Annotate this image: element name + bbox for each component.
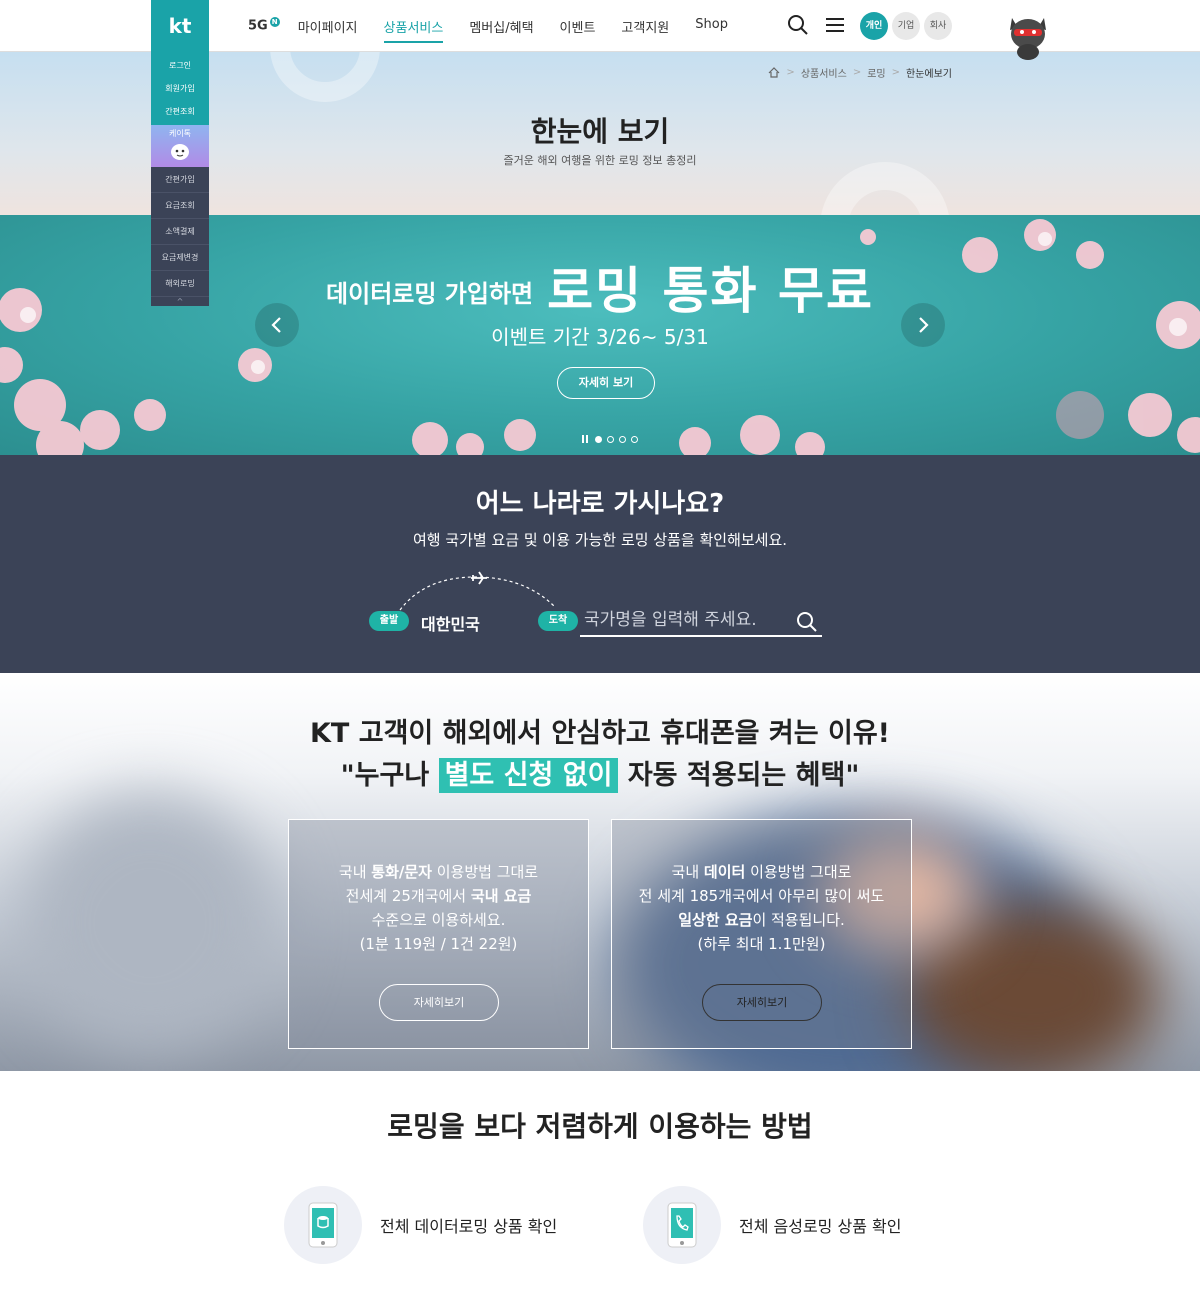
data-roaming-products-label: 전체 데이터로밍 상품 확인: [380, 1217, 558, 1236]
breadcrumb-products[interactable]: 상품서비스: [801, 65, 847, 80]
breadcrumb-separator: >: [786, 67, 795, 78]
quick-menu-bottom: 간편가입 요금조회 소액결제 요금제변경 해외로밍: [151, 167, 209, 297]
chevron-left-icon[interactable]: [255, 303, 299, 347]
pause-icon[interactable]: [582, 435, 588, 443]
mascot-icon[interactable]: [1006, 10, 1050, 62]
country-search-input[interactable]: [580, 605, 822, 637]
benefit-card-voice: 국내 통화/문자 이용방법 그대로 전세계 25개국에서 국내 요금 수준으로 …: [288, 819, 589, 1049]
country-search-title: 어느 나라로 가시나요?: [475, 489, 725, 519]
quick-easy-lookup[interactable]: 간편조회: [151, 100, 209, 123]
voice-roaming-products-link[interactable]: 전체 음성로밍 상품 확인: [643, 1186, 901, 1264]
phone-call-icon: [667, 1202, 697, 1248]
quick-bill[interactable]: 요금조회: [151, 193, 209, 219]
quick-roaming[interactable]: 해외로밍: [151, 271, 209, 297]
kaitok-character-icon: [171, 144, 189, 160]
banner-headline-small: 데이터로밍 가입하면: [326, 280, 534, 308]
flight-path-icon: [399, 571, 556, 611]
global-nav: 5G N 마이페이지 상품서비스 멤버십/혜택 이벤트 고객지원 Shop: [248, 17, 754, 43]
banner-period: 이벤트 기간 3/26~ 5/31: [491, 325, 709, 349]
kaitok-label: 케이톡: [168, 129, 192, 138]
gnb-mypage[interactable]: 마이페이지: [298, 17, 358, 36]
kt-logo[interactable]: kt: [151, 0, 209, 52]
new-badge: N: [269, 17, 280, 27]
benefit-card-data: 국내 데이터 이용방법 그대로 전 세계 185개국에서 아무리 많이 써도 일…: [611, 819, 912, 1049]
benefit-subtitle-close: 자동 적용되는 혜택": [627, 760, 860, 791]
quick-plan-change[interactable]: 요금제변경: [151, 245, 209, 271]
menu-icon[interactable]: [824, 14, 846, 36]
benefit-voice-detail-button[interactable]: 자세히보기: [379, 984, 499, 1021]
phone-data-icon: [308, 1202, 338, 1248]
depart-country: 대한민국: [421, 615, 480, 634]
arrive-tag: 도착: [538, 611, 578, 631]
search-icon[interactable]: [787, 14, 809, 36]
voice-roaming-products-label: 전체 음성로밍 상품 확인: [739, 1217, 902, 1236]
gnb-5g[interactable]: 5G N: [248, 17, 280, 36]
banner-headline-big: 로밍 통화 무료: [547, 262, 874, 320]
cheaper-title: 로밍을 보다 저렴하게 이용하는 방법: [387, 1110, 813, 1143]
search-icon[interactable]: [796, 611, 818, 633]
segment-personal[interactable]: 개인: [860, 12, 888, 40]
segment-company[interactable]: 회사: [924, 12, 952, 40]
gnb-event[interactable]: 이벤트: [560, 17, 596, 36]
slide-dot-4[interactable]: [631, 435, 638, 443]
data-roaming-icon-wrap: [284, 1186, 362, 1264]
benefit-subtitle-open: "누구나: [340, 760, 430, 791]
quick-menu: kt 로그인 회원가입 간편조회 케이톡 간편가입 요금조회 소액결제 요금제변…: [151, 0, 209, 306]
segment-business[interactable]: 기업: [892, 12, 920, 40]
country-search-desc: 여행 국가별 요금 및 이용 가능한 로밍 상품을 확인해보세요.: [412, 531, 788, 549]
benefit-highlight: 별도 신청 없이: [438, 758, 619, 793]
breadcrumb-separator: >: [891, 67, 900, 78]
voice-roaming-icon-wrap: [643, 1186, 721, 1264]
benefit-title: KT 고객이 해외에서 안심하고 휴대폰을 켜는 이유!: [309, 718, 890, 749]
breadcrumb-current: 한눈에보기: [906, 69, 952, 80]
slide-dot-2[interactable]: [607, 435, 614, 443]
benefit-card-data-text: 국내 데이터 이용방법 그대로 전 세계 185개국에서 아무리 많이 써도 일…: [638, 863, 885, 953]
background-blur: [20, 793, 280, 1053]
decorative-circle: [820, 162, 950, 215]
gnb-products[interactable]: 상품서비스: [383, 17, 443, 43]
quick-join[interactable]: 회원가입: [151, 77, 209, 100]
breadcrumb-roaming[interactable]: 로밍: [867, 65, 885, 80]
data-roaming-products-link[interactable]: 전체 데이터로밍 상품 확인: [284, 1186, 557, 1264]
country-search-section: 어느 나라로 가시나요? 여행 국가별 요금 및 이용 가능한 로밍 상품을 확…: [0, 455, 1200, 673]
home-icon[interactable]: [768, 67, 780, 78]
gnb-membership[interactable]: 멤버십/혜택: [469, 17, 533, 36]
slide-pagination: [582, 435, 638, 443]
gnb-support[interactable]: 고객지원: [621, 17, 669, 36]
quick-menu-top: 로그인 회원가입 간편조회: [151, 52, 209, 125]
banner-detail-button[interactable]: 자세히 보기: [557, 367, 655, 399]
slide-dot-1[interactable]: [595, 435, 602, 443]
decorative-circle: [270, 52, 380, 102]
slide-dot-3[interactable]: [619, 435, 626, 443]
quick-kaitok[interactable]: 케이톡: [151, 125, 209, 167]
benefit-data-detail-button[interactable]: 자세히보기: [702, 984, 822, 1021]
chevron-right-icon[interactable]: [901, 303, 945, 347]
benefit-subtitle: "누구나 별도 신청 없이 자동 적용되는 혜택": [0, 753, 1200, 793]
benefit-card-voice-text: 국내 통화/문자 이용방법 그대로 전세계 25개국에서 국내 요금 수준으로 …: [338, 863, 539, 953]
quick-login[interactable]: 로그인: [151, 54, 209, 77]
breadcrumb: > 상품서비스 > 로밍 > 한눈에보기: [768, 65, 952, 80]
gnb-shop[interactable]: Shop: [695, 17, 728, 36]
auto-benefit-section: KT 고객이 해외에서 안심하고 휴대폰을 켜는 이유! "누구나 별도 신청 …: [0, 673, 1200, 1071]
quick-micropay[interactable]: 소액결제: [151, 219, 209, 245]
quick-easy-join[interactable]: 간편가입: [151, 167, 209, 193]
chevron-up-icon[interactable]: ^: [151, 297, 209, 307]
depart-tag: 출발: [369, 611, 409, 631]
breadcrumb-separator: >: [852, 67, 862, 78]
